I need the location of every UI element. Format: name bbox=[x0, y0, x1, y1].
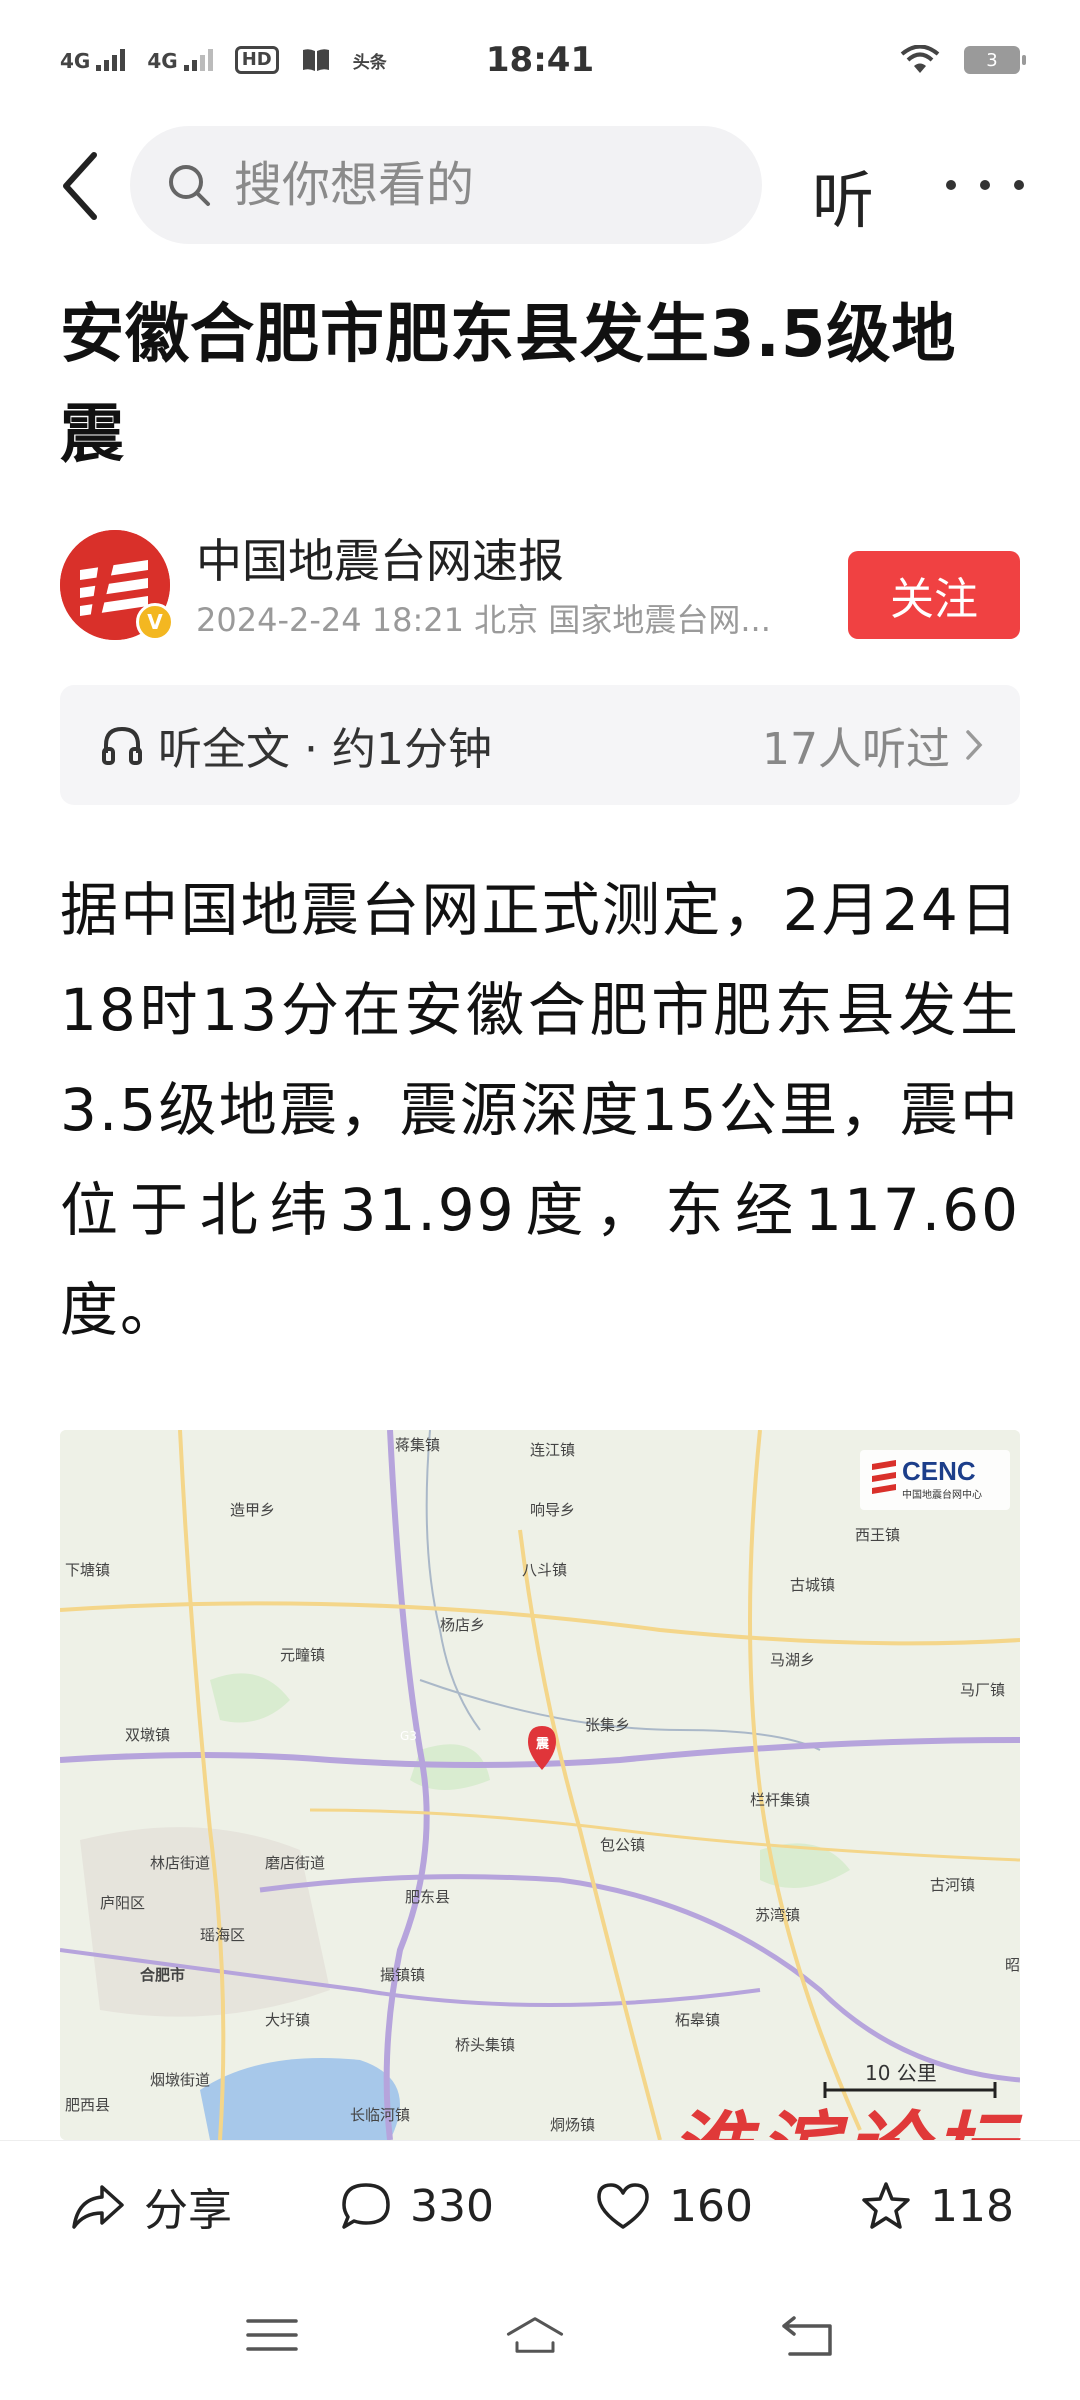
svg-text:双墩镇: 双墩镇 bbox=[125, 1726, 170, 1744]
svg-text:撮镇镇: 撮镇镇 bbox=[380, 1966, 425, 1984]
cenc-map-logo: CENC 中国地震台网中心 bbox=[860, 1450, 1010, 1510]
menu-button[interactable] bbox=[242, 2310, 302, 2360]
svg-text:烔炀镇: 烔炀镇 bbox=[550, 2116, 595, 2134]
top-nav-bar: 听 bbox=[0, 120, 1080, 250]
svg-text:合肥市: 合肥市 bbox=[139, 1966, 185, 1984]
share-label: 分享 bbox=[144, 2185, 232, 2236]
svg-text:造甲乡: 造甲乡 bbox=[230, 1501, 275, 1519]
menu-icon bbox=[246, 2319, 298, 2351]
bottom-action-bar: 分享 330 160 118 bbox=[0, 2140, 1080, 2270]
favorite-count: 118 bbox=[930, 2180, 1014, 2232]
like-count: 160 bbox=[669, 2180, 753, 2232]
svg-text:肥西县: 肥西县 bbox=[65, 2096, 110, 2114]
svg-text:连江镇: 连江镇 bbox=[530, 1441, 575, 1459]
svg-text:古城镇: 古城镇 bbox=[790, 1576, 835, 1594]
home-icon bbox=[506, 2317, 564, 2353]
home-button[interactable] bbox=[505, 2310, 565, 2360]
svg-text:G3: G3 bbox=[400, 1729, 417, 1743]
search-input[interactable] bbox=[234, 157, 694, 213]
verified-badge-icon: V bbox=[136, 603, 174, 641]
heart-icon bbox=[597, 2183, 649, 2229]
system-nav-bar bbox=[0, 2270, 1080, 2400]
svg-text:张集乡: 张集乡 bbox=[585, 1716, 630, 1734]
star-icon bbox=[862, 2182, 910, 2229]
svg-text:苏湾镇: 苏湾镇 bbox=[755, 1906, 800, 1924]
back-system-button[interactable] bbox=[778, 2310, 838, 2360]
back-button[interactable] bbox=[44, 146, 116, 226]
status-bar: 4G 4G HD 头条 18:41 3 bbox=[0, 0, 1080, 120]
svg-text:蒋集镇: 蒋集镇 bbox=[395, 1436, 440, 1454]
svg-text:栏杆集镇: 栏杆集镇 bbox=[750, 1791, 810, 1809]
svg-text:包公镇: 包公镇 bbox=[600, 1836, 645, 1854]
svg-text:杨店乡: 杨店乡 bbox=[440, 1616, 485, 1634]
comment-icon bbox=[342, 2183, 390, 2229]
share-button[interactable]: 分享 bbox=[70, 2141, 232, 2271]
svg-text:长临河镇: 长临河镇 bbox=[350, 2106, 410, 2124]
battery-icon: 3 bbox=[964, 46, 1026, 74]
svg-text:桥头集镇: 桥头集镇 bbox=[455, 2036, 515, 2054]
comment-button[interactable]: 330 bbox=[340, 2141, 494, 2271]
svg-text:磨店街道: 磨店街道 bbox=[265, 1854, 325, 1872]
author-row: V 中国地震台网速报 2024-2-24 18:21 北京 国家地震台网... … bbox=[60, 525, 1020, 645]
status-time: 18:41 bbox=[485, 40, 595, 80]
svg-text:瑶海区: 瑶海区 bbox=[200, 1926, 245, 1944]
back-icon bbox=[782, 2316, 832, 2356]
svg-text:下塘镇: 下塘镇 bbox=[65, 1561, 110, 1579]
follow-button[interactable]: 关注 bbox=[848, 551, 1020, 639]
listen-button[interactable]: 听 bbox=[812, 150, 874, 240]
article-body: 据中国地震台网正式测定，2月24日18时13分在安徽合肥市肥东县发生3.5级地震… bbox=[60, 876, 1020, 1344]
listen-full-text-bar[interactable]: 听全文 · 约1分钟 17人听过 bbox=[60, 685, 1020, 805]
svg-text:古河镇: 古河镇 bbox=[930, 1876, 975, 1894]
svg-text:八斗镇: 八斗镇 bbox=[522, 1561, 567, 1579]
svg-text:震: 震 bbox=[535, 1737, 550, 1752]
more-dots-icon bbox=[946, 180, 956, 190]
svg-text:西王镇: 西王镇 bbox=[855, 1526, 900, 1544]
more-options-button[interactable] bbox=[940, 160, 1030, 210]
listener-count: 17人听过 bbox=[762, 724, 950, 775]
svg-text:大圩镇: 大圩镇 bbox=[265, 2011, 310, 2029]
headphones-icon bbox=[102, 726, 142, 765]
like-button[interactable]: 160 bbox=[595, 2141, 753, 2271]
favorite-button[interactable]: 118 bbox=[860, 2141, 1014, 2271]
share-icon bbox=[72, 2185, 124, 2229]
svg-text:中国地震台网中心: 中国地震台网中心 bbox=[902, 1488, 982, 1501]
earthquake-map-image[interactable]: 造甲乡 蒋集镇 连江镇 响导乡 八斗镇 下塘镇 杨店乡 古城镇 西王镇 元疃镇 … bbox=[60, 1430, 1020, 2140]
search-icon bbox=[169, 165, 210, 206]
search-box[interactable] bbox=[130, 126, 762, 244]
svg-text:肥东县: 肥东县 bbox=[405, 1888, 450, 1906]
comment-count: 330 bbox=[410, 2180, 494, 2232]
svg-text:马湖乡: 马湖乡 bbox=[770, 1651, 815, 1669]
svg-text:元疃镇: 元疃镇 bbox=[280, 1646, 325, 1664]
listen-label: 听全文 · 约1分钟 bbox=[158, 724, 492, 775]
svg-text:柘皋镇: 柘皋镇 bbox=[675, 2011, 720, 2029]
svg-text:林店街道: 林店街道 bbox=[150, 1854, 210, 1872]
svg-text:10 公里: 10 公里 bbox=[865, 2061, 937, 2085]
svg-text:CENC: CENC bbox=[902, 1456, 976, 1486]
svg-text:马厂镇: 马厂镇 bbox=[960, 1681, 1005, 1699]
svg-text:响导乡: 响导乡 bbox=[530, 1501, 575, 1519]
chevron-right-icon bbox=[966, 730, 983, 760]
author-name[interactable]: 中国地震台网速报 bbox=[196, 525, 564, 591]
article-title: 安徽合肥市肥东县发生3.5级地震 bbox=[60, 298, 957, 472]
svg-text:烟墩街道: 烟墩街道 bbox=[150, 2071, 210, 2089]
author-meta: 2024-2-24 18:21 北京 国家地震台网... bbox=[196, 601, 771, 639]
svg-text:庐阳区: 庐阳区 bbox=[100, 1894, 145, 1912]
svg-text:昭: 昭 bbox=[1005, 1956, 1020, 1974]
back-arrow-icon bbox=[63, 152, 97, 220]
